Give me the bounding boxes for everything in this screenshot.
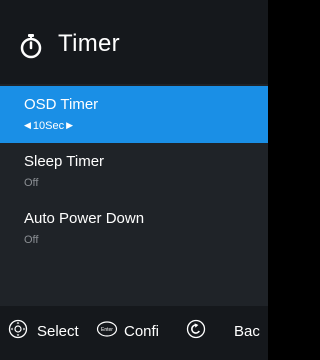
enter-icon: Enter xyxy=(96,321,118,337)
footer-hint-bar: Select Enter Confi Bac xyxy=(0,306,268,360)
hint-confirm: Enter Confi xyxy=(96,306,166,360)
confirm-hint-label: Confi xyxy=(124,323,160,340)
timer-menu-panel: Timer OSD Timer ◀ 10Sec ▶ Sleep Timer Off … xyxy=(0,0,268,360)
select-hint-label: Select xyxy=(37,323,79,340)
stopwatch-icon xyxy=(20,34,42,59)
hint-back: Bac xyxy=(186,306,268,360)
menu-item-osd-timer[interactable]: OSD Timer ◀ 10Sec ▶ xyxy=(0,86,268,143)
osd-timer-value-selector[interactable]: ◀ 10Sec ▶ xyxy=(24,120,73,132)
menu-header: Timer xyxy=(0,0,268,84)
menu-item-sleep-timer[interactable]: Sleep Timer Off xyxy=(0,143,268,200)
back-icon xyxy=(186,319,206,339)
auto-power-down-label: Auto Power Down xyxy=(24,210,145,227)
enter-icon-text: Enter xyxy=(101,327,113,333)
page-title: Timer xyxy=(58,30,120,57)
arrow-right-icon[interactable]: ▶ xyxy=(66,120,73,130)
arrow-left-icon[interactable]: ◀ xyxy=(24,120,31,130)
dpad-icon xyxy=(8,319,28,339)
sleep-timer-label: Sleep Timer xyxy=(24,153,105,170)
menu-item-auto-power-down[interactable]: Auto Power Down Off xyxy=(0,200,268,257)
hint-select: Select xyxy=(0,306,90,360)
back-hint-label: Bac xyxy=(234,323,260,340)
osd-timer-label: OSD Timer xyxy=(24,96,99,113)
auto-power-down-value: Off xyxy=(24,234,39,246)
osd-timer-value: 10Sec xyxy=(32,120,65,132)
timer-menu-list: OSD Timer ◀ 10Sec ▶ Sleep Timer Off Auto P… xyxy=(0,86,268,257)
sleep-timer-value: Off xyxy=(24,177,39,189)
